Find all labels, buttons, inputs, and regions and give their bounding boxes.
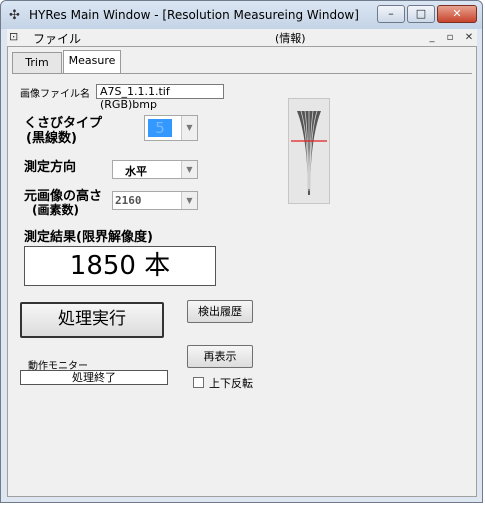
chevron-down-icon[interactable]: ▼ xyxy=(181,116,197,140)
run-button[interactable]: 処理実行 xyxy=(20,302,164,338)
main-window: ✣ HYRes Main Window - [Resolution Measur… xyxy=(0,0,483,503)
chevron-down-icon[interactable]: ▼ xyxy=(181,192,197,209)
history-button[interactable]: 検出履歴 xyxy=(187,300,253,323)
tab-trim[interactable]: Trim xyxy=(12,52,62,73)
result-display: 1850 本 xyxy=(24,246,216,286)
document-icon[interactable]: ⊡ xyxy=(9,30,18,43)
direction-value: 水平 xyxy=(125,165,147,178)
wedge-type-select[interactable]: 5 ▼ xyxy=(144,115,198,141)
child-window: Trim Measure 画像ファイル名 A7S_1.1.1.tif (RGB)… xyxy=(7,46,477,497)
history-button-label: 検出履歴 xyxy=(198,305,242,318)
image-file-label: 画像ファイル名 xyxy=(20,89,90,100)
close-button[interactable]: ✕ xyxy=(437,5,477,23)
direction-select[interactable]: 水平 ▼ xyxy=(112,160,198,179)
height-label: 元画像の高さ xyxy=(24,189,103,204)
height-sublabel: (画素数) xyxy=(32,203,79,217)
height-value: 2160 xyxy=(115,194,142,207)
wedge-chart xyxy=(291,110,327,195)
redisplay-button[interactable]: 再表示 xyxy=(187,345,253,368)
title-bar[interactable]: ✣ HYRes Main Window - [Resolution Measur… xyxy=(1,1,482,29)
mdi-restore-icon[interactable]: ▫ xyxy=(443,31,457,44)
image-file-field: A7S_1.1.1.tif (RGB)bmp xyxy=(96,84,224,111)
run-button-label: 処理実行 xyxy=(58,309,126,329)
wedge-type-label: くさびタイプ xyxy=(24,116,103,131)
tab-measure[interactable]: Measure xyxy=(63,50,121,74)
tab-measure-label: Measure xyxy=(68,54,116,67)
mdi-minimize-icon[interactable]: _ xyxy=(425,31,439,44)
chevron-down-icon[interactable]: ▼ xyxy=(181,161,197,178)
tab-trim-label: Trim xyxy=(25,56,49,69)
wedge-type-sublabel: (黒線数) xyxy=(26,131,77,146)
menu-bar: ⊡ ファイル (情報) _ ▫ ✕ xyxy=(7,29,477,46)
result-label: 測定結果(限界解像度) xyxy=(24,230,153,245)
minimize-button[interactable]: – xyxy=(377,5,405,23)
maximize-icon: □ xyxy=(415,7,427,20)
window-title: HYRes Main Window - [Resolution Measurei… xyxy=(29,8,359,22)
mdi-close-icon[interactable]: ✕ xyxy=(462,31,476,44)
wedge-preview xyxy=(288,98,330,204)
redisplay-button-label: 再表示 xyxy=(203,350,237,363)
wedge-type-value: 5 xyxy=(148,119,172,137)
menu-file[interactable]: ファイル xyxy=(33,30,81,47)
measure-panel: 画像ファイル名 A7S_1.1.1.tif (RGB)bmp くさびタイプ (黒… xyxy=(12,73,472,494)
minimize-icon: – xyxy=(388,7,394,20)
flip-label[interactable]: 上下反転 xyxy=(209,375,253,391)
flip-checkbox[interactable] xyxy=(193,377,204,388)
app-icon: ✣ xyxy=(9,8,20,23)
direction-label: 測定方向 xyxy=(24,160,77,175)
menu-info: (情報) xyxy=(275,32,306,45)
height-select[interactable]: 2160 ▼ xyxy=(112,191,198,210)
monitor-field: 処理終了 xyxy=(20,370,168,385)
maximize-button[interactable]: □ xyxy=(407,5,435,23)
close-icon: ✕ xyxy=(452,7,462,20)
